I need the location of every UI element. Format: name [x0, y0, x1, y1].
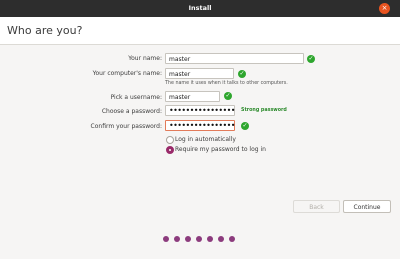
computer-name-valid-icon: ✓: [238, 70, 246, 78]
password-label: Choose a password:: [101, 108, 162, 115]
username-field[interactable]: master: [165, 91, 220, 102]
page-header: Who are you?: [0, 17, 400, 45]
require-password-radio[interactable]: [166, 146, 174, 154]
confirm-password-valid-icon: ✓: [241, 122, 249, 130]
login-automatically-label[interactable]: Log in automatically: [175, 136, 236, 143]
password-field[interactable]: ••••••••••••••••: [165, 105, 236, 116]
confirm-password-field[interactable]: ••••••••••••••••: [165, 120, 236, 131]
username-label: Pick a username:: [110, 94, 162, 101]
progress-dot: [207, 236, 213, 242]
close-icon[interactable]: ×: [379, 3, 390, 14]
back-button[interactable]: Back: [293, 200, 340, 213]
continue-button[interactable]: Continue: [343, 200, 391, 213]
progress-dot: [163, 236, 169, 242]
login-automatically-radio[interactable]: [166, 136, 174, 144]
computer-name-hint: The name it uses when it talks to other …: [165, 81, 288, 86]
progress-dot: [218, 236, 224, 242]
name-field[interactable]: master: [165, 53, 304, 64]
confirm-password-label: Confirm your password:: [90, 123, 162, 130]
progress-dot: [185, 236, 191, 242]
page-title: Who are you?: [7, 24, 83, 37]
username-valid-icon: ✓: [224, 92, 232, 100]
progress-dot: [196, 236, 202, 242]
name-valid-icon: ✓: [307, 55, 315, 63]
window-titlebar: Install ×: [0, 0, 400, 17]
name-label: Your name:: [128, 55, 162, 62]
password-strength: Strong password: [241, 108, 287, 113]
computer-name-field[interactable]: master: [165, 68, 234, 79]
computer-name-label: Your computer's name:: [92, 70, 162, 77]
require-password-label[interactable]: Require my password to log in: [175, 146, 266, 153]
progress-dot: [174, 236, 180, 242]
progress-dot: [229, 236, 235, 242]
window-title: Install: [188, 4, 212, 12]
